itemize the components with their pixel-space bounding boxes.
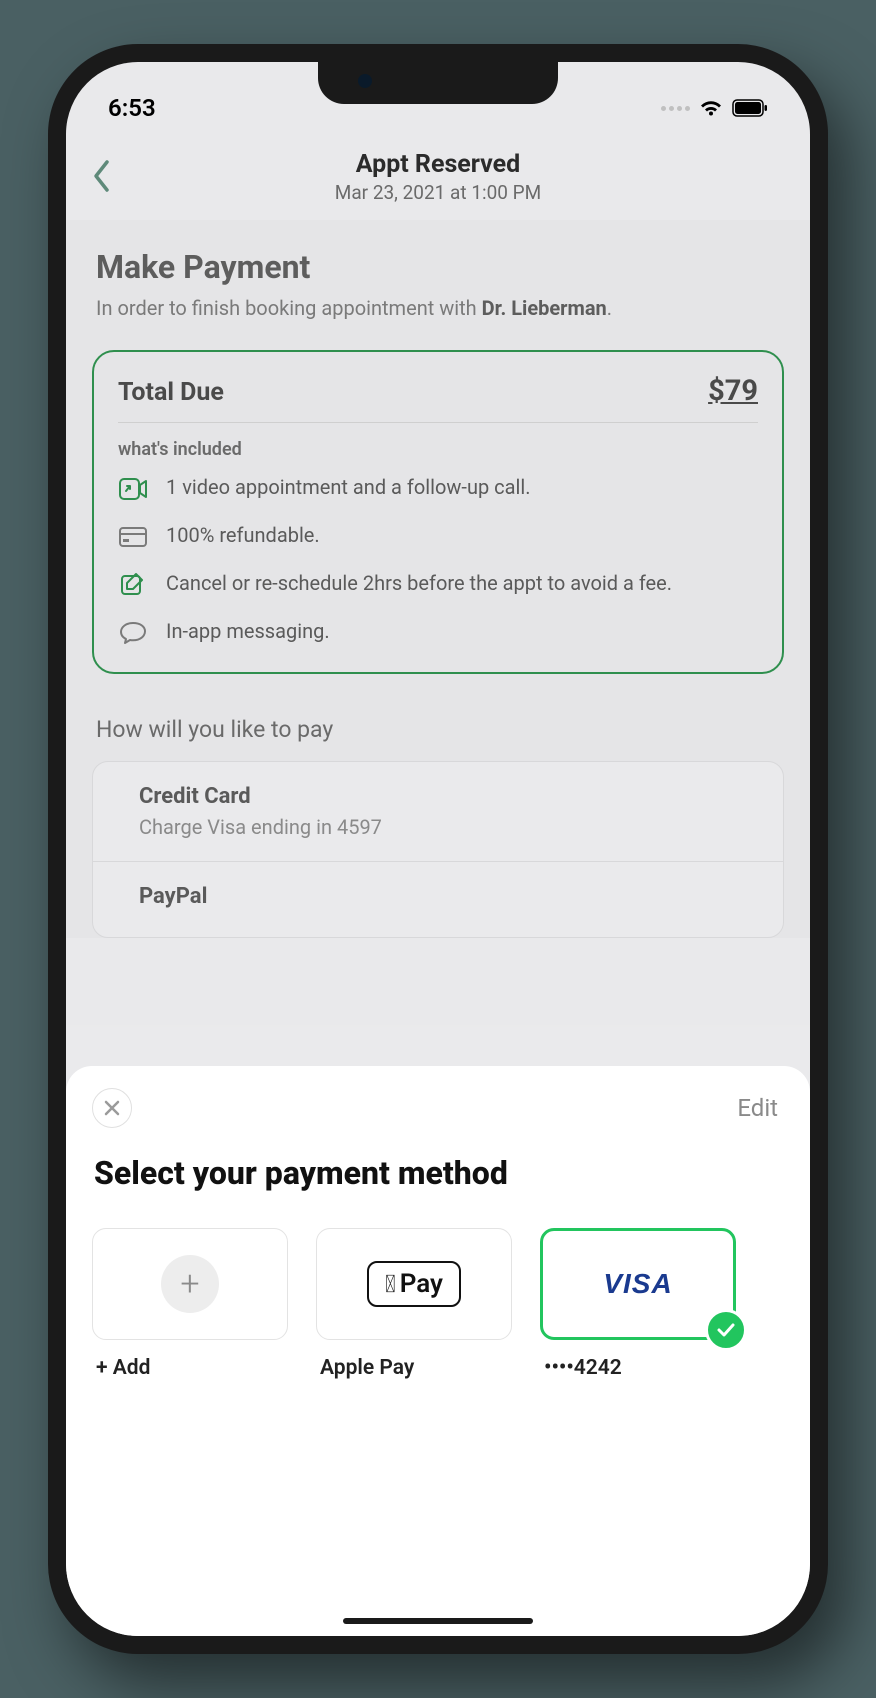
included-list: 1 video appointment and a follow-up call… — [118, 474, 758, 648]
close-icon — [103, 1099, 121, 1117]
battery-icon — [732, 99, 768, 117]
payment-method-row: + + Add Pay Apple Pay VISA — [92, 1228, 784, 1380]
subtitle-prefix: In order to finish booking appointment w… — [96, 296, 482, 320]
total-due-card: Total Due $79 what's included 1 video ap… — [92, 350, 784, 674]
sheet-title: Select your payment method — [92, 1154, 784, 1192]
nav-header: Appt Reserved Mar 23, 2021 at 1:00 PM — [66, 132, 810, 220]
home-indicator[interactable] — [343, 1618, 533, 1624]
method-label: Apple Pay — [316, 1356, 512, 1380]
phone-frame: 6:53 Appt Reserved Mar 23, 2021 at 1:00 … — [48, 44, 828, 1654]
nav-subtitle: Mar 23, 2021 at 1:00 PM — [66, 181, 810, 204]
applepay-badge: Pay — [367, 1261, 461, 1307]
total-due-amount[interactable]: $79 — [708, 374, 758, 408]
payment-method-visa[interactable]: VISA ••••4242 — [540, 1228, 736, 1380]
payment-method-sheet: Edit Select your payment method + + Add … — [66, 1066, 810, 1636]
pay-option-subtitle: Charge Visa ending in 4597 — [139, 815, 747, 839]
back-button[interactable] — [92, 154, 128, 198]
pay-option-credit-card[interactable]: Credit Card Charge Visa ending in 4597 — [93, 762, 783, 862]
applepay-text: Pay — [400, 1269, 443, 1299]
status-right — [661, 98, 768, 118]
payment-method-applepay[interactable]: Pay Apple Pay — [316, 1228, 512, 1380]
nav-title: Appt Reserved — [66, 150, 810, 179]
chat-icon — [118, 618, 148, 648]
visa-logo-icon: VISA — [603, 1268, 672, 1300]
pay-method-question: How will you like to pay — [92, 674, 784, 761]
included-item-video: 1 video appointment and a follow-up call… — [118, 474, 758, 504]
device-notch — [318, 62, 558, 104]
included-item-refund: 100% refundable. — [118, 522, 758, 552]
payment-method-add[interactable]: + + Add — [92, 1228, 288, 1380]
wifi-icon — [698, 98, 724, 118]
pay-method-list: Credit Card Charge Visa ending in 4597 P… — [92, 761, 784, 938]
whats-included-label: what's included — [118, 439, 758, 460]
status-time: 6:53 — [108, 94, 156, 122]
selected-check-icon — [705, 1309, 747, 1351]
pay-option-title: Credit Card — [139, 784, 747, 809]
included-item-text: 1 video appointment and a follow-up call… — [166, 474, 531, 501]
page-subtitle: In order to finish booking appointment w… — [92, 294, 784, 322]
included-item-messaging: In-app messaging. — [118, 618, 758, 648]
included-item-text: In-app messaging. — [166, 618, 330, 645]
applepay-card[interactable]: Pay — [316, 1228, 512, 1340]
total-row: Total Due $79 — [118, 374, 758, 423]
video-icon — [118, 474, 148, 504]
card-icon — [118, 522, 148, 552]
apple-logo-icon:  — [385, 1270, 396, 1298]
cellular-dots-icon — [661, 106, 690, 111]
chevron-left-icon — [92, 159, 112, 193]
included-item-text: 100% refundable. — [166, 522, 320, 549]
edit-icon — [118, 570, 148, 600]
pay-option-title: PayPal — [139, 884, 747, 909]
phone-screen: 6:53 Appt Reserved Mar 23, 2021 at 1:00 … — [66, 62, 810, 1636]
total-due-label: Total Due — [118, 378, 224, 407]
plus-icon: + — [161, 1255, 219, 1313]
included-item-text: Cancel or re-schedule 2hrs before the ap… — [166, 570, 672, 597]
subtitle-suffix: . — [607, 296, 612, 320]
close-button[interactable] — [92, 1088, 132, 1128]
page-title: Make Payment — [92, 238, 784, 294]
method-label: + Add — [92, 1356, 288, 1380]
add-card[interactable]: + — [92, 1228, 288, 1340]
method-label: ••••4242 — [540, 1356, 736, 1380]
doctor-name: Dr. Lieberman — [482, 296, 607, 320]
pay-option-paypal[interactable]: PayPal — [93, 862, 783, 937]
edit-button[interactable]: Edit — [737, 1094, 784, 1122]
content-area: Make Payment In order to finish booking … — [66, 220, 810, 938]
included-item-cancel: Cancel or re-schedule 2hrs before the ap… — [118, 570, 758, 600]
visa-card[interactable]: VISA — [540, 1228, 736, 1340]
